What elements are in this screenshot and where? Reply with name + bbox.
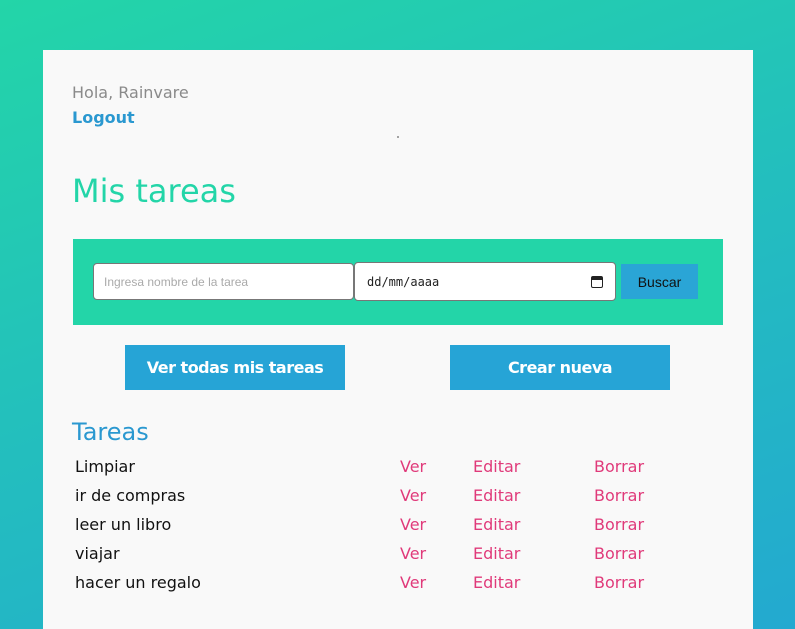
task-name: hacer un regalo [75, 573, 201, 592]
view-task-link[interactable]: Ver [400, 457, 426, 476]
task-row: ir de compras Ver Editar Borrar [75, 484, 715, 513]
delete-task-link[interactable]: Borrar [594, 515, 644, 534]
task-row: leer un libro Ver Editar Borrar [75, 513, 715, 542]
calendar-icon[interactable] [591, 275, 603, 288]
greeting-text: Hola, Rainvare [72, 83, 189, 102]
delete-task-link[interactable]: Borrar [594, 573, 644, 592]
page-title: Mis tareas [72, 172, 236, 210]
task-name: ir de compras [75, 486, 186, 505]
task-name: Limpiar [75, 457, 135, 476]
task-name-input[interactable] [93, 263, 354, 300]
task-row: viajar Ver Editar Borrar [75, 542, 715, 571]
view-task-link[interactable]: Ver [400, 573, 426, 592]
main-card: Hola, Rainvare Logout Mis tareas dd/mm/a… [43, 50, 753, 629]
task-name: viajar [75, 544, 120, 563]
view-all-tasks-button[interactable]: Ver todas mis tareas [125, 345, 345, 390]
logout-link[interactable]: Logout [72, 108, 135, 127]
edit-task-link[interactable]: Editar [473, 457, 520, 476]
delete-task-link[interactable]: Borrar [594, 457, 644, 476]
task-name: leer un libro [75, 515, 172, 534]
view-task-link[interactable]: Ver [400, 544, 426, 563]
search-button[interactable]: Buscar [621, 264, 698, 299]
task-row: Limpiar Ver Editar Borrar [75, 455, 715, 484]
edit-task-link[interactable]: Editar [473, 544, 520, 563]
create-task-button[interactable]: Crear nueva [450, 345, 670, 390]
task-row: hacer un regalo Ver Editar Borrar [75, 571, 715, 600]
edit-task-link[interactable]: Editar [473, 486, 520, 505]
view-task-link[interactable]: Ver [400, 515, 426, 534]
edit-task-link[interactable]: Editar [473, 515, 520, 534]
decorative-dot [397, 136, 399, 138]
edit-task-link[interactable]: Editar [473, 573, 520, 592]
delete-task-link[interactable]: Borrar [594, 486, 644, 505]
date-placeholder: dd/mm/aaaa [367, 274, 440, 289]
view-task-link[interactable]: Ver [400, 486, 426, 505]
tasks-section-title: Tareas [72, 418, 149, 446]
search-panel: dd/mm/aaaa Buscar [73, 239, 723, 325]
task-list: Limpiar Ver Editar Borrar ir de compras … [75, 455, 715, 600]
date-input[interactable]: dd/mm/aaaa [354, 262, 616, 301]
delete-task-link[interactable]: Borrar [594, 544, 644, 563]
